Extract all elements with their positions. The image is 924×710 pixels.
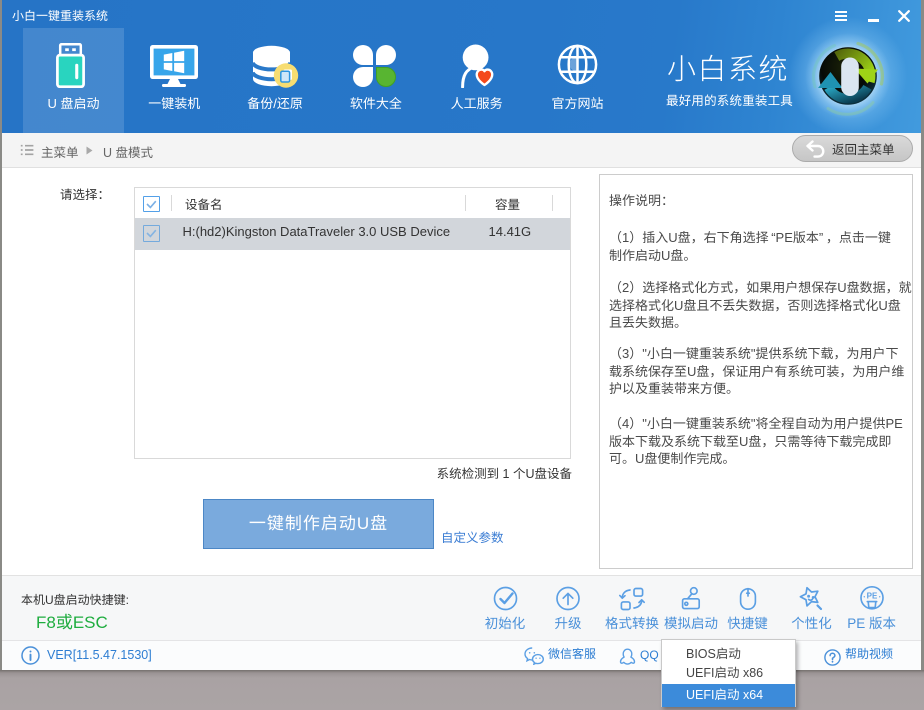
svg-text:PE: PE [867, 592, 878, 601]
